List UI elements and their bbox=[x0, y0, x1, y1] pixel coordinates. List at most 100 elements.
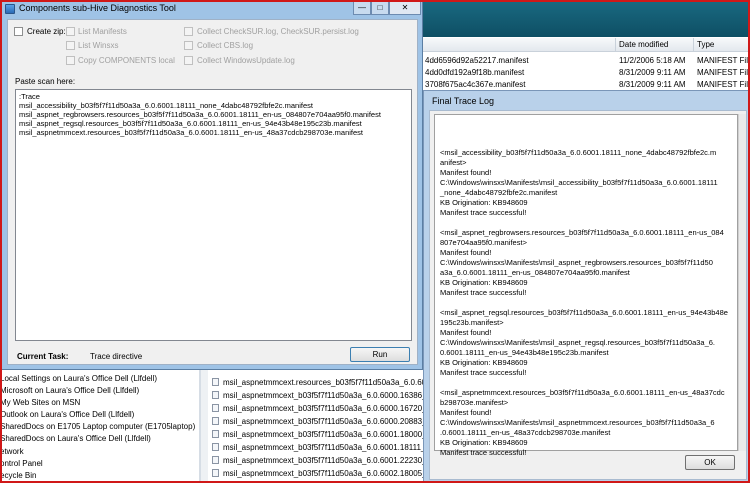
trace-line: anifest> bbox=[440, 158, 467, 167]
app-icon bbox=[5, 4, 15, 14]
file-type: MANIFEST File bbox=[697, 80, 750, 89]
trace-line: Manifest trace successful! bbox=[440, 288, 527, 297]
file-date: 11/2/2006 5:18 AM bbox=[619, 56, 686, 65]
trace-line: <msil_aspnet_regsql.resources_b03f5f7f11… bbox=[440, 308, 728, 317]
list-item[interactable]: msil_aspnetmmcext.resources_b03f5f7f11d5… bbox=[212, 378, 435, 387]
copy-components-checkbox[interactable] bbox=[66, 56, 75, 65]
trace-line: _none_4dabc48792fbfe2c.manifest bbox=[440, 188, 558, 197]
nav-item[interactable]: Local Settings on Laura's Office Dell (L… bbox=[0, 374, 157, 383]
nav-item[interactable]: etwork bbox=[0, 447, 24, 456]
minimize-icon: — bbox=[358, 3, 366, 12]
trace-line: .0.6001.18111_en-us_48a37cdcb298703e.man… bbox=[440, 428, 611, 437]
trace-line: b298703e.manifest> bbox=[440, 398, 509, 407]
collect-checksur-label: Collect CheckSUR.log, CheckSUR.persist.l… bbox=[197, 27, 359, 36]
list-item[interactable]: msil_aspnetmmcext_b03f5f7f11d50a3a_6.0.6… bbox=[212, 443, 439, 452]
list-item[interactable]: msil_aspnetmmcext_b03f5f7f11d50a3a_6.0.6… bbox=[212, 430, 440, 439]
scan-textarea[interactable]: :Trace msil_accessibility_b03f5f7f11d50a… bbox=[15, 89, 412, 341]
trace-line: Manifest found! bbox=[440, 328, 492, 337]
run-button[interactable]: Run bbox=[350, 347, 410, 362]
trace-line: Manifest trace successful! bbox=[440, 448, 527, 457]
list-item-label: msil_aspnetmmcext_b03f5f7f11d50a3a_6.0.6… bbox=[223, 391, 440, 400]
nav-item[interactable]: My Web Sites on MSN bbox=[0, 398, 80, 407]
file-type: MANIFEST File bbox=[697, 56, 750, 65]
trace-line: 807e704aa95f0.manifest> bbox=[440, 238, 527, 247]
trace-line: Manifest trace successful! bbox=[440, 208, 527, 217]
scan-line: msil_aspnet_regbrowsers.resources_b03f5f… bbox=[19, 110, 381, 119]
ok-button[interactable]: OK bbox=[685, 455, 735, 470]
trace-scrollbar[interactable] bbox=[738, 114, 746, 451]
column-type[interactable]: Type bbox=[697, 40, 714, 49]
collect-windowsupdate-checkbox[interactable] bbox=[184, 56, 193, 65]
trace-line: Manifest trace successful! bbox=[440, 368, 527, 377]
create-zip-label: Create zip: bbox=[27, 27, 66, 36]
list-item[interactable]: msil_aspnetmmcext_b03f5f7f11d50a3a_6.0.6… bbox=[212, 456, 440, 465]
file-date: 8/31/2009 9:11 AM bbox=[619, 80, 686, 89]
trace-line: KB Origination: KB948609 bbox=[440, 438, 528, 447]
list-item-label: msil_aspnetmmcext_b03f5f7f11d50a3a_6.0.6… bbox=[223, 430, 440, 439]
list-manifests-checkbox[interactable] bbox=[66, 27, 75, 36]
file-name: 3708f675ac4c367e.manifest bbox=[425, 80, 526, 89]
trace-line: 195c23b.manifest> bbox=[440, 318, 504, 327]
create-zip-checkbox[interactable] bbox=[14, 27, 23, 36]
file-name: 4dd0dfd192a9f18b.manifest bbox=[425, 68, 525, 77]
trace-line: Manifest found! bbox=[440, 168, 492, 177]
trace-line: KB Origination: KB948609 bbox=[440, 198, 528, 207]
file-name: 4dd6596d92a52217.manifest bbox=[425, 56, 529, 65]
nav-item[interactable]: Outlook on Laura's Office Dell (Llfdell) bbox=[0, 410, 134, 419]
file-row[interactable]: 4dd0dfd192a9f18b.manifest 8/31/2009 9:11… bbox=[415, 67, 750, 79]
nav-item[interactable]: SharedDocs on Laura's Office Dell (Llfde… bbox=[0, 434, 151, 443]
nav-item[interactable]: ontrol Panel bbox=[0, 459, 43, 468]
close-button[interactable]: ✕ bbox=[389, 1, 421, 15]
scan-line: msil_aspnetmmcext.resources_b03f5f7f11d5… bbox=[19, 128, 363, 137]
navigation-scrollbar[interactable] bbox=[200, 370, 208, 483]
list-winsxs-checkbox[interactable] bbox=[66, 41, 75, 50]
current-task-label: Current Task: bbox=[17, 352, 69, 361]
nav-item[interactable]: ecycle Bin bbox=[0, 471, 36, 480]
list-item[interactable]: msil_aspnetmmcext_b03f5f7f11d50a3a_6.0.6… bbox=[212, 404, 440, 413]
trace-line: C:\Windows\winsxs\Manifests\msil_aspnetm… bbox=[440, 418, 715, 427]
trace-line: C:\Windows\winsxs\Manifests\msil_accessi… bbox=[440, 178, 718, 187]
scan-line: msil_aspnet_regsql.resources_b03f5f7f11d… bbox=[19, 119, 362, 128]
minimize-button[interactable]: — bbox=[353, 1, 371, 15]
nav-item[interactable]: Microsoft on Laura's Office Dell (Llfdel… bbox=[0, 386, 139, 395]
file-icon bbox=[212, 443, 219, 451]
trace-client-area: <msil_accessibility_b03f5f7f11d50a3a_6.0… bbox=[429, 110, 747, 480]
file-icon bbox=[212, 456, 219, 464]
list-item[interactable]: msil_aspnetmmcext_b03f5f7f11d50a3a_6.0.6… bbox=[212, 469, 440, 478]
copy-components-label: Copy COMPONENTS local bbox=[78, 56, 175, 65]
column-separator[interactable] bbox=[615, 38, 616, 52]
collect-cbs-label: Collect CBS.log bbox=[197, 41, 254, 50]
column-date-modified[interactable]: Date modified bbox=[619, 40, 668, 49]
file-row[interactable]: 4dd6596d92a52217.manifest 11/2/2006 5:18… bbox=[415, 55, 750, 67]
list-item-label: msil_aspnetmmcext_b03f5f7f11d50a3a_6.0.6… bbox=[223, 456, 440, 465]
maximize-button[interactable]: □ bbox=[371, 1, 389, 15]
collect-windowsupdate-label: Collect WindowsUpdate.log bbox=[197, 56, 295, 65]
column-separator[interactable] bbox=[693, 38, 694, 52]
file-list-header: Date modified Type bbox=[415, 38, 750, 52]
trace-line: C:\Windows\winsxs\Manifests\msil_aspnet_… bbox=[440, 338, 716, 347]
trace-line: C:\Windows\winsxs\Manifests\msil_aspnet_… bbox=[440, 258, 713, 267]
trace-line: a3a_6.0.6001.18111_en-us_084807e704aa95f… bbox=[440, 268, 630, 277]
file-date: 8/31/2009 9:11 AM bbox=[619, 68, 686, 77]
final-trace-log-window: Final Trace Log <msil_accessibility_b03f… bbox=[423, 90, 750, 483]
collect-checksur-checkbox[interactable] bbox=[184, 27, 193, 36]
list-winsxs-label: List Winsxs bbox=[78, 41, 119, 50]
window-title: Components sub-Hive Diagnostics Tool bbox=[19, 3, 176, 13]
list-item[interactable]: msil_aspnetmmcext_b03f5f7f11d50a3a_6.0.6… bbox=[212, 391, 440, 400]
file-icon bbox=[212, 404, 219, 412]
maximize-icon: □ bbox=[377, 3, 383, 12]
file-icon bbox=[212, 430, 219, 438]
trace-line: Manifest found! bbox=[440, 408, 492, 417]
nav-item[interactable]: SharedDocs on E1705 Laptop computer (E17… bbox=[0, 422, 195, 431]
collect-cbs-checkbox[interactable] bbox=[184, 41, 193, 50]
trace-log-textbox[interactable]: <msil_accessibility_b03f5f7f11d50a3a_6.0… bbox=[434, 114, 738, 457]
diagnostics-tool-window: Components sub-Hive Diagnostics Tool — □… bbox=[0, 0, 423, 370]
list-item-label: msil_aspnetmmcext.resources_b03f5f7f11d5… bbox=[223, 378, 435, 387]
list-item[interactable]: msil_aspnetmmcext_b03f5f7f11d50a3a_6.0.6… bbox=[212, 417, 440, 426]
list-item-label: msil_aspnetmmcext_b03f5f7f11d50a3a_6.0.6… bbox=[223, 443, 439, 452]
close-icon: ✕ bbox=[401, 3, 409, 12]
scan-line: :Trace bbox=[19, 92, 40, 101]
current-task-value: Trace directive bbox=[90, 352, 143, 361]
file-icon bbox=[212, 391, 219, 399]
trace-line: Manifest found! bbox=[440, 248, 492, 257]
